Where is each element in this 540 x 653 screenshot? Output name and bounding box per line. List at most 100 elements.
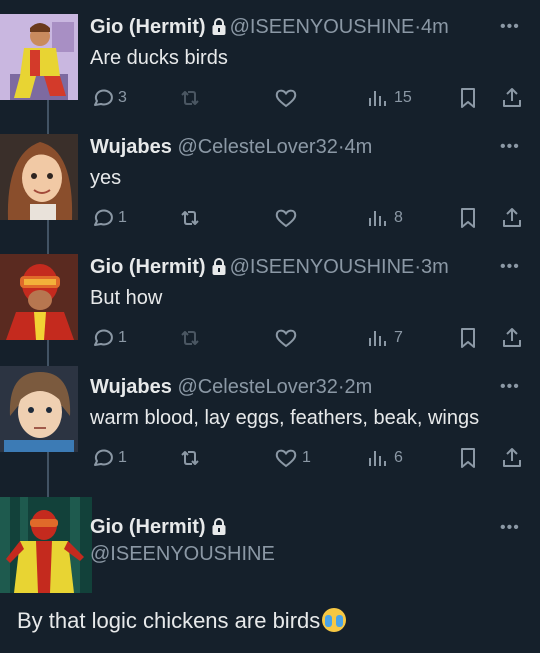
retweet-button[interactable]	[178, 326, 202, 350]
tweet[interactable]: Wujabes @CelesteLover32·4m ••• yes 1 8	[0, 130, 540, 248]
bookmark-button[interactable]	[456, 86, 480, 110]
share-button[interactable]	[500, 86, 524, 110]
share-icon	[503, 448, 521, 467]
share-icon	[503, 328, 521, 347]
views-button[interactable]: 7	[366, 326, 403, 350]
views-button[interactable]: 8	[366, 206, 403, 230]
timestamp[interactable]: 4m	[421, 16, 449, 38]
separator-dot: ·	[337, 136, 345, 158]
handle[interactable]: @ISEENYOUSHINE	[230, 16, 415, 38]
tweet-text: yes	[90, 167, 122, 189]
avatar[interactable]	[0, 254, 78, 340]
reply-icon	[94, 89, 113, 106]
display-name[interactable]: Gio (Hermit)	[90, 256, 206, 278]
view-count: 6	[394, 449, 403, 466]
reply-button[interactable]: 1	[90, 206, 127, 230]
tweet[interactable]: Wujabes @CelesteLover32·2m ••• warm bloo…	[0, 366, 540, 488]
lock-icon	[212, 518, 226, 541]
lock-icon	[212, 18, 226, 41]
retweet-icon	[181, 451, 199, 465]
action-bar: 1 1 6	[90, 446, 530, 474]
retweet-button[interactable]	[178, 206, 202, 230]
retweet-icon	[181, 91, 199, 105]
action-bar: 1 7	[90, 326, 530, 354]
more-options-icon[interactable]: •••	[500, 258, 520, 276]
reply-button[interactable]: 3	[90, 86, 127, 110]
timestamp[interactable]: 3m	[421, 256, 449, 278]
tweet-header: Gio (Hermit) @ISEENYOUSHINE	[90, 516, 275, 566]
view-count: 8	[394, 209, 403, 226]
loudly-crying-face-icon	[322, 608, 347, 632]
like-button[interactable]	[274, 326, 298, 350]
views-button[interactable]: 15	[366, 86, 412, 110]
heart-icon	[275, 209, 297, 228]
timestamp[interactable]: 2m	[345, 376, 373, 398]
share-icon	[503, 88, 521, 107]
views-button[interactable]: 6	[366, 446, 403, 470]
bookmark-icon	[461, 88, 475, 108]
avatar[interactable]	[0, 14, 78, 100]
analytics-icon	[369, 451, 386, 466]
bookmark-icon	[461, 328, 475, 348]
bookmark-button[interactable]	[456, 446, 480, 470]
retweet-icon	[181, 331, 199, 345]
heart-icon	[275, 449, 297, 468]
share-button[interactable]	[500, 206, 524, 230]
more-options-icon[interactable]: •••	[500, 138, 520, 156]
view-count: 15	[394, 89, 412, 106]
analytics-icon	[369, 331, 386, 346]
tweet-text: But how	[90, 287, 163, 309]
reply-count: 3	[118, 89, 127, 106]
handle[interactable]: @ISEENYOUSHINE	[90, 543, 275, 566]
reply-icon	[94, 209, 113, 226]
reply-count: 1	[118, 209, 127, 226]
handle[interactable]: @CelesteLover32	[177, 136, 337, 158]
handle[interactable]: @ISEENYOUSHINE	[230, 256, 415, 278]
lock-icon	[212, 258, 226, 281]
tweet[interactable]: Gio (Hermit) @ISEENYOUSHINE·3m ••• But ho…	[0, 250, 540, 368]
bookmark-icon	[461, 208, 475, 228]
reply-count: 1	[118, 449, 127, 466]
tweet-header: Gio (Hermit) @ISEENYOUSHINE·3m	[90, 256, 449, 281]
bookmark-button[interactable]	[456, 206, 480, 230]
like-button[interactable]: 1	[274, 446, 311, 470]
reply-button[interactable]: 1	[90, 446, 127, 470]
timestamp[interactable]: 4m	[345, 136, 373, 158]
retweet-button[interactable]	[178, 86, 202, 110]
reply-button[interactable]: 1	[90, 326, 127, 350]
avatar[interactable]	[0, 497, 92, 593]
share-icon	[503, 208, 521, 227]
avatar[interactable]	[0, 134, 78, 220]
display-name[interactable]: Wujabes	[90, 376, 172, 398]
like-button[interactable]	[274, 206, 298, 230]
display-name[interactable]: Gio (Hermit)	[90, 16, 206, 38]
reply-icon	[94, 329, 113, 346]
retweet-icon	[181, 211, 199, 225]
like-count: 1	[302, 449, 311, 466]
handle[interactable]: @CelesteLover32	[177, 376, 337, 398]
reply-icon	[94, 449, 113, 466]
display-name[interactable]: Wujabes	[90, 136, 172, 158]
action-bar: 3 15	[90, 86, 530, 114]
heart-icon	[275, 89, 297, 108]
tweet-header: Gio (Hermit) @ISEENYOUSHINE·4m	[90, 16, 449, 41]
tweet-text: warm blood, lay eggs, feathers, beak, wi…	[90, 407, 480, 429]
share-button[interactable]	[500, 446, 524, 470]
avatar[interactable]	[0, 366, 78, 452]
analytics-icon	[369, 211, 386, 226]
separator-dot: ·	[337, 376, 345, 398]
more-options-icon[interactable]: •••	[500, 519, 520, 537]
bookmark-button[interactable]	[456, 326, 480, 350]
reply-count: 1	[118, 329, 127, 346]
tweet-text: By that logic chickens are birds	[17, 608, 321, 633]
like-button[interactable]	[274, 86, 298, 110]
tweet-text: Are ducks birds	[90, 47, 228, 69]
share-button[interactable]	[500, 326, 524, 350]
action-bar: 1 8	[90, 206, 530, 234]
display-name[interactable]: Gio (Hermit)	[90, 516, 206, 538]
view-count: 7	[394, 329, 403, 346]
more-options-icon[interactable]: •••	[500, 378, 520, 396]
retweet-button[interactable]	[178, 446, 202, 470]
more-options-icon[interactable]: •••	[500, 18, 520, 36]
tweet[interactable]: Gio (Hermit) @ISEENYOUSHINE·4m ••• Are du…	[0, 10, 540, 128]
